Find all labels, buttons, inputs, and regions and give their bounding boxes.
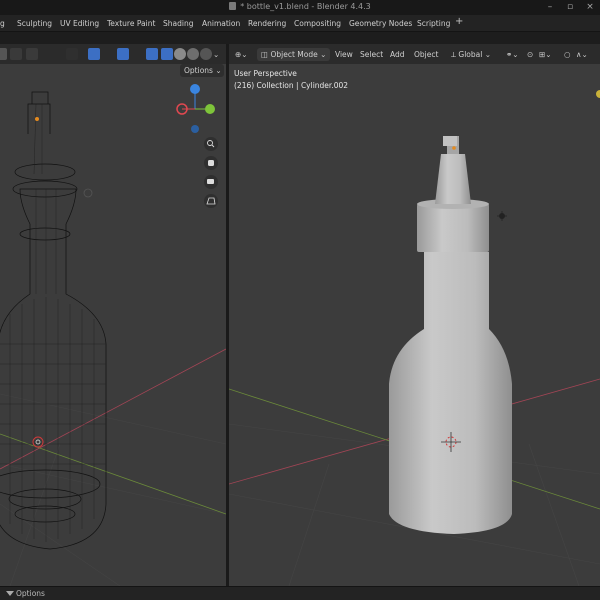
gizmo-toggle-icon[interactable] [88, 48, 100, 60]
tab-compositing[interactable]: Compositing [291, 17, 344, 30]
options-button[interactable]: Options ⌄ [180, 64, 224, 77]
3d-cursor-icon[interactable] [32, 436, 44, 448]
tab-sculpting[interactable]: Sculpting [14, 17, 55, 30]
material-shading-icon[interactable] [187, 48, 199, 60]
snap-target-icon[interactable]: ⊞⌄ [539, 48, 552, 61]
statusbar-options[interactable]: Options [16, 589, 45, 598]
right-viewport-canvas[interactable] [229, 44, 600, 586]
visibility-icon[interactable] [66, 48, 78, 60]
select-mode-icon[interactable] [10, 48, 22, 60]
viewport-nav-buttons [204, 137, 218, 208]
3d-cursor-center [35, 439, 41, 445]
window-title: * bottle_v1.blend - Blender 4.4.3 [0, 2, 600, 11]
rendered-shading-icon[interactable] [200, 48, 212, 60]
tab-animation[interactable]: Animation [199, 17, 243, 30]
left-viewport-canvas[interactable] [0, 44, 226, 586]
gizmo-y-icon[interactable] [205, 104, 215, 114]
light-icon [497, 211, 507, 221]
transform-orientation-dropdown[interactable]: ⟂ Global ⌄ [451, 48, 491, 61]
perspective-label: User Perspective [234, 69, 297, 78]
tab-scripting[interactable]: Scripting [414, 17, 453, 30]
left-viewport-header: ⌄ [0, 44, 226, 64]
light-icon [83, 188, 93, 198]
wireframe-shading-icon[interactable] [161, 48, 173, 60]
options-label: Options [184, 66, 213, 75]
wireframe-bottle[interactable] [0, 91, 107, 550]
shading-dropdown-icon[interactable]: ⌄ [213, 48, 219, 61]
selected-origin-point [35, 117, 39, 121]
maximize-icon[interactable]: ▫ [560, 0, 580, 15]
tab-uv-editing[interactable]: UV Editing [57, 17, 102, 30]
perspective-toggle-icon[interactable] [204, 194, 218, 208]
solid-bottle[interactable] [389, 136, 512, 534]
tab-rendering[interactable]: Rendering [245, 17, 289, 30]
workspace-tabs: g Sculpting UV Editing Texture Paint Sha… [0, 15, 600, 32]
left-header-fragment-icon[interactable] [0, 48, 7, 60]
zoom-icon[interactable] [204, 137, 218, 151]
menu-object[interactable]: Object [414, 48, 438, 61]
gizmo-edge-icon[interactable] [596, 90, 600, 98]
navigation-gizmo[interactable] [176, 84, 215, 133]
transform-orientation-label: Global [458, 50, 483, 59]
proportional-edit-icon[interactable]: ○ [564, 48, 571, 61]
menu-select[interactable]: Select [360, 48, 383, 61]
right-viewport[interactable] [229, 44, 600, 586]
wireframe-rings [0, 343, 106, 465]
wireframe-verticals [9, 103, 95, 542]
origin-point [452, 146, 456, 150]
left-viewport[interactable] [0, 44, 226, 586]
file-icon [229, 2, 237, 10]
options-chevron-icon[interactable] [6, 591, 14, 596]
overlay-toggle-icon[interactable] [117, 48, 129, 60]
tab-texture-paint[interactable]: Texture Paint [104, 17, 158, 30]
gizmo-z-icon[interactable] [190, 84, 200, 94]
pivot-icon[interactable]: ⚭⌄ [506, 48, 519, 61]
close-icon[interactable]: × [580, 0, 600, 15]
mode-label: Object Mode [270, 50, 318, 59]
minimize-icon[interactable]: – [540, 0, 560, 15]
menu-add[interactable]: Add [390, 48, 405, 61]
editor-type-icon[interactable]: ⊕⌄ [235, 48, 248, 61]
mode-dropdown[interactable]: ◫ Object Mode ⌄ [257, 48, 331, 61]
add-workspace-icon[interactable]: + [455, 16, 463, 27]
right-viewport-header: ⊕⌄ ◫ Object Mode ⌄ View Select Add Objec… [229, 44, 600, 64]
gizmo-neg-z-icon[interactable] [191, 125, 199, 133]
xray-toggle-icon[interactable] [146, 48, 158, 60]
status-bar: Options [0, 586, 600, 600]
solid-shading-icon[interactable] [174, 48, 186, 60]
menu-view[interactable]: View [335, 48, 353, 61]
snap-icon[interactable]: ⊙ [527, 48, 533, 61]
tab-shading[interactable]: Shading [160, 17, 196, 30]
collection-label: (216) Collection | Cylinder.002 [234, 81, 349, 90]
tab-geometry-nodes[interactable]: Geometry Nodes [346, 17, 415, 30]
window-title-text: * bottle_v1.blend - Blender 4.4.3 [240, 2, 371, 11]
title-bar: * bottle_v1.blend - Blender 4.4.3 – ▫ × [0, 0, 600, 15]
falloff-icon[interactable]: ∧⌄ [576, 48, 588, 61]
tab-layout-fragment[interactable]: g [0, 17, 8, 30]
mesh-select-icon[interactable] [26, 48, 38, 60]
